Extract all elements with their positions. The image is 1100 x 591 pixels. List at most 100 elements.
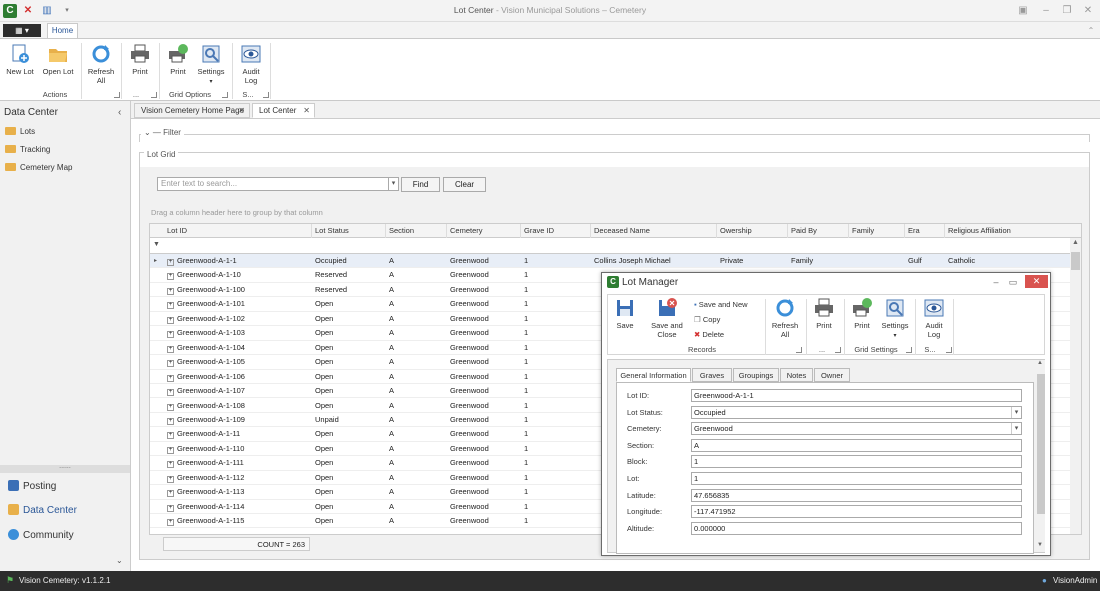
expand-row-icon[interactable]: + (167, 287, 174, 295)
dialog-settings-button[interactable]: Settings ▾ (879, 297, 911, 341)
nav-community[interactable]: Community (8, 528, 74, 544)
grid-print-button[interactable]: Print (163, 43, 193, 76)
column-header[interactable]: Owership (717, 224, 788, 238)
restore-layout-icon[interactable]: ▣ (1017, 5, 1029, 17)
field-input[interactable]: 1 (691, 472, 1022, 485)
tab-vision-cemetery-home[interactable]: Vision Cemetery Home Page ✕ (134, 103, 250, 118)
scroll-thumb[interactable] (1071, 252, 1080, 270)
expand-row-icon[interactable]: + (167, 273, 174, 281)
expand-row-icon[interactable]: + (167, 345, 174, 353)
copy-button[interactable]: ❐ Copy (694, 312, 762, 327)
field-input[interactable]: A (691, 438, 1022, 452)
field-input[interactable]: 47.656835 (691, 488, 1022, 502)
expand-row-icon[interactable]: + (167, 446, 174, 454)
settings-button[interactable]: Settings ▾ (195, 43, 227, 87)
expand-row-icon[interactable]: + (167, 417, 174, 425)
grid-vertical-scrollbar[interactable]: ▲ (1070, 238, 1081, 534)
expand-row-icon[interactable]: + (167, 403, 174, 411)
tab-groupings[interactable]: Groupings (733, 368, 779, 382)
expand-row-icon[interactable]: + (167, 360, 174, 368)
field-input[interactable]: 0.000000 (691, 521, 1022, 535)
expand-row-icon[interactable]: + (167, 259, 174, 266)
field-dropdown[interactable]: Occupied ▾ (691, 405, 1022, 419)
group-launcher-icon[interactable] (796, 347, 802, 353)
open-lot-button[interactable]: Open Lot (40, 43, 76, 76)
column-header[interactable]: Lot Status (312, 224, 386, 238)
dialog-grid-print-button[interactable]: Print (847, 297, 877, 330)
expand-row-icon[interactable]: + (167, 519, 174, 527)
field-input[interactable]: Greenwood-A-1-1 (691, 389, 1022, 402)
minimize-icon[interactable]: – (1040, 5, 1052, 17)
field-input[interactable]: 1 (691, 455, 1022, 469)
column-header[interactable]: Deceased Name (591, 224, 717, 238)
dialog-close-button[interactable]: ✕ (1025, 275, 1048, 288)
tab-notes[interactable]: Notes (780, 368, 813, 382)
tab-home[interactable]: Home (47, 23, 78, 38)
save-button[interactable]: Save (611, 297, 639, 330)
column-header[interactable]: Grave ID (521, 224, 591, 238)
close-icon[interactable]: ✕ (1082, 5, 1094, 17)
grid-filter-row[interactable]: ▼ (150, 238, 1081, 254)
tab-graves[interactable]: Graves (692, 368, 732, 382)
new-lot-button[interactable]: New Lot (4, 43, 36, 76)
search-dropdown-icon[interactable]: ▾ (388, 178, 398, 190)
filter-group[interactable]: ⌄ — Filter (139, 128, 1090, 142)
maximize-icon[interactable]: ❐ (1061, 5, 1073, 17)
field-input[interactable]: -117.471952 (691, 505, 1022, 519)
column-header[interactable]: Section (386, 224, 447, 238)
dialog-minimize-icon[interactable]: – (990, 276, 1002, 288)
tab-lot-center[interactable]: Lot Center ✕ (252, 103, 315, 118)
expand-row-icon[interactable]: + (167, 490, 174, 498)
nav-options-chevron-icon[interactable]: ⌄ (116, 556, 123, 565)
save-and-new-button[interactable]: ▪ Save and New (694, 297, 762, 312)
refresh-all-button[interactable]: Refresh All (84, 43, 118, 85)
audit-log-button[interactable]: Audit Log (236, 43, 266, 85)
search-input[interactable]: Enter text to search... ▾ (157, 177, 399, 191)
expand-row-icon[interactable]: + (167, 461, 174, 469)
nav-data-center[interactable]: Data Center (8, 503, 77, 519)
scroll-up-icon[interactable]: ▲ (1037, 360, 1043, 366)
group-launcher-icon[interactable] (835, 347, 841, 353)
dialog-title-bar[interactable]: C Lot Manager – ▭ ✕ (602, 273, 1050, 291)
tab-owner[interactable]: Owner (814, 368, 850, 382)
group-launcher-icon[interactable] (906, 347, 912, 353)
tab-general-information[interactable]: General Information (616, 368, 691, 382)
dropdown-arrow-icon[interactable]: ▾ (1011, 406, 1021, 418)
dialog-print-button[interactable]: Print (809, 297, 839, 330)
column-header[interactable]: Religious Affiliation (945, 224, 1081, 238)
group-launcher-icon[interactable] (946, 347, 952, 353)
group-launcher-icon[interactable] (114, 92, 120, 98)
dialog-audit-log-button[interactable]: Audit Log (919, 297, 949, 339)
column-header[interactable]: Paid By (788, 224, 849, 238)
expand-row-icon[interactable]: + (167, 316, 174, 324)
column-header[interactable]: Cemetery (447, 224, 521, 238)
group-launcher-icon[interactable] (151, 92, 157, 98)
table-row[interactable]: ▸ + Greenwood-A-1-1 Occupied A Greenwood 1 Coll… (150, 254, 1070, 269)
field-dropdown[interactable]: Greenwood ▾ (691, 422, 1022, 436)
nav-item-lots[interactable]: Lots (5, 126, 35, 138)
expand-row-icon[interactable]: + (167, 389, 174, 397)
column-header[interactable]: Era (905, 224, 945, 238)
expand-row-icon[interactable]: + (167, 432, 174, 440)
nav-item-cemetery-map[interactable]: Cemetery Map (5, 162, 72, 174)
pane-splitter[interactable]: ...... (0, 463, 130, 473)
delete-button[interactable]: ✖ Delete (694, 327, 762, 342)
scroll-up-icon[interactable]: ▲ (1072, 239, 1079, 246)
dropdown-arrow-icon[interactable]: ▾ (1011, 423, 1021, 435)
expand-row-icon[interactable]: + (167, 475, 174, 483)
print-button[interactable]: Print (124, 43, 156, 76)
save-and-close-button[interactable]: Save and Close (644, 297, 690, 339)
column-header[interactable]: Lot ID (164, 224, 312, 238)
expand-row-icon[interactable]: + (167, 374, 174, 382)
form-scrollbar[interactable]: ▲ ▼ (1037, 360, 1045, 552)
expand-row-icon[interactable]: + (167, 331, 174, 339)
scroll-thumb[interactable] (1037, 374, 1045, 514)
scroll-down-icon[interactable]: ▼ (1037, 542, 1043, 548)
group-launcher-icon[interactable] (263, 92, 269, 98)
find-button[interactable]: Find (401, 177, 440, 192)
filter-label[interactable]: ⌄ — Filter (141, 128, 184, 137)
nav-posting[interactable]: Posting (8, 479, 56, 495)
dialog-maximize-icon[interactable]: ▭ (1007, 276, 1019, 288)
group-launcher-icon[interactable] (222, 92, 228, 98)
nav-item-tracking[interactable]: Tracking (5, 144, 50, 156)
